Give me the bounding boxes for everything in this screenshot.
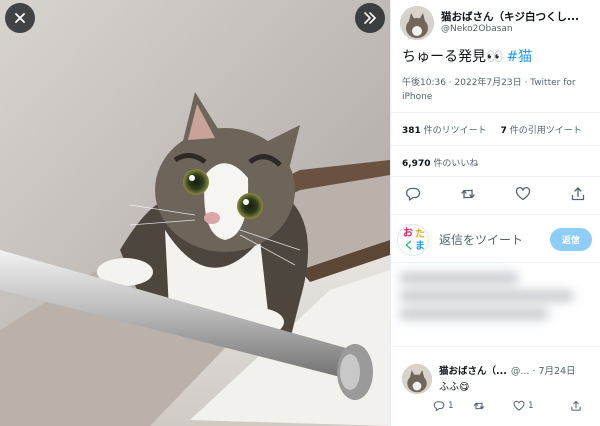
retweet-icon [461, 189, 475, 199]
yum-emoji: 😋 [459, 382, 470, 393]
reply-tweet[interactable]: 猫おばさん（... @... · 7月24日 ふふ😋 1 1 [391, 358, 600, 426]
reply-author-name[interactable]: 猫おばさん（... [439, 366, 507, 377]
avatar-char: く [404, 241, 414, 252]
author-handle[interactable]: @Neko2Obasan [441, 24, 579, 35]
reply-action-bar: 1 1 [433, 398, 590, 414]
tweet-panel: 猫おばさん（キジ白つくし... @Neko2Obasan ちゅーる発見👀 #猫 午… [390, 0, 600, 426]
like-button[interactable] [512, 183, 534, 205]
avatar-char: ま [415, 241, 425, 252]
like-icon [513, 400, 525, 411]
avatar-char: た [415, 229, 425, 240]
reply-reply-button[interactable]: 1 [433, 400, 473, 412]
share-icon [571, 187, 585, 201]
media-viewer [0, 0, 390, 426]
retweets-count: 381 [402, 126, 421, 136]
divider [391, 214, 600, 215]
like-icon [515, 186, 531, 201]
reply-handle-date[interactable]: @... · 7月24日 [511, 366, 576, 377]
author-name[interactable]: 猫おばさん（キジ白つくし... [441, 11, 579, 24]
divider [391, 112, 600, 113]
cat-photo [0, 0, 390, 426]
reply-body: ふふ [439, 382, 459, 393]
reply-share-button[interactable] [570, 400, 582, 412]
tweet-meta[interactable]: 午後10:36 · 2022年7月23日 · Twitter for iPhon… [402, 76, 594, 104]
tweet-body: ちゅーる発見 [402, 49, 486, 65]
retweet-button[interactable] [457, 183, 479, 205]
close-button[interactable] [5, 3, 35, 33]
user-avatar[interactable]: お た く ま [397, 224, 429, 256]
expand-panel-button[interactable] [355, 3, 385, 33]
blurred-reply [399, 268, 592, 332]
reply-icon [433, 401, 445, 412]
author-avatar[interactable] [400, 6, 434, 40]
divider [391, 262, 600, 263]
close-icon [15, 13, 25, 23]
divider [391, 176, 600, 177]
reply-reply-count: 1 [448, 401, 454, 411]
reply-retweet-button[interactable] [473, 400, 513, 412]
reply-composer: お た く ま 返信をツイート 返信 [391, 222, 600, 258]
action-bar [402, 183, 589, 205]
share-icon [571, 400, 581, 411]
reply-like-button[interactable]: 1 [513, 400, 553, 412]
reply-button[interactable] [402, 183, 424, 205]
retweets-link[interactable]: 381 件のリツイート [402, 126, 487, 136]
retweet-stats: 381 件のリツイート 7 件の引用ツイート [402, 123, 582, 136]
retweet-icon [473, 402, 485, 410]
avatar-char: お [403, 228, 413, 239]
quotes-label: 件の引用ツイート [506, 126, 582, 136]
divider [391, 346, 600, 347]
reply-submit-button[interactable]: 返信 [550, 228, 592, 251]
divider [391, 145, 600, 146]
eyes-emoji: 👀 [486, 49, 504, 65]
share-button[interactable] [567, 183, 589, 205]
likes-count: 6,970 [402, 159, 431, 169]
retweets-label: 件のリツイート [420, 126, 487, 136]
likes-label: 件のいいね [430, 159, 479, 169]
quotes-link[interactable]: 7 件の引用ツイート [501, 126, 582, 136]
reply-header: 猫おばさん（... @... · 7月24日 [439, 363, 594, 377]
reply-icon [406, 187, 421, 201]
author-row[interactable]: 猫おばさん（キジ白つくし... @Neko2Obasan [400, 5, 596, 41]
reply-author-avatar[interactable] [402, 364, 432, 394]
reply-like-count: 1 [528, 401, 534, 411]
double-chevron-right-icon [364, 12, 376, 24]
likes-link[interactable]: 6,970 件のいいね [402, 156, 478, 169]
tweet-text: ちゅーる発見👀 #猫 [402, 46, 532, 66]
reply-input[interactable]: 返信をツイート [439, 231, 523, 248]
hashtag-link[interactable]: #猫 [506, 49, 532, 65]
reply-text: ふふ😋 [439, 378, 469, 393]
